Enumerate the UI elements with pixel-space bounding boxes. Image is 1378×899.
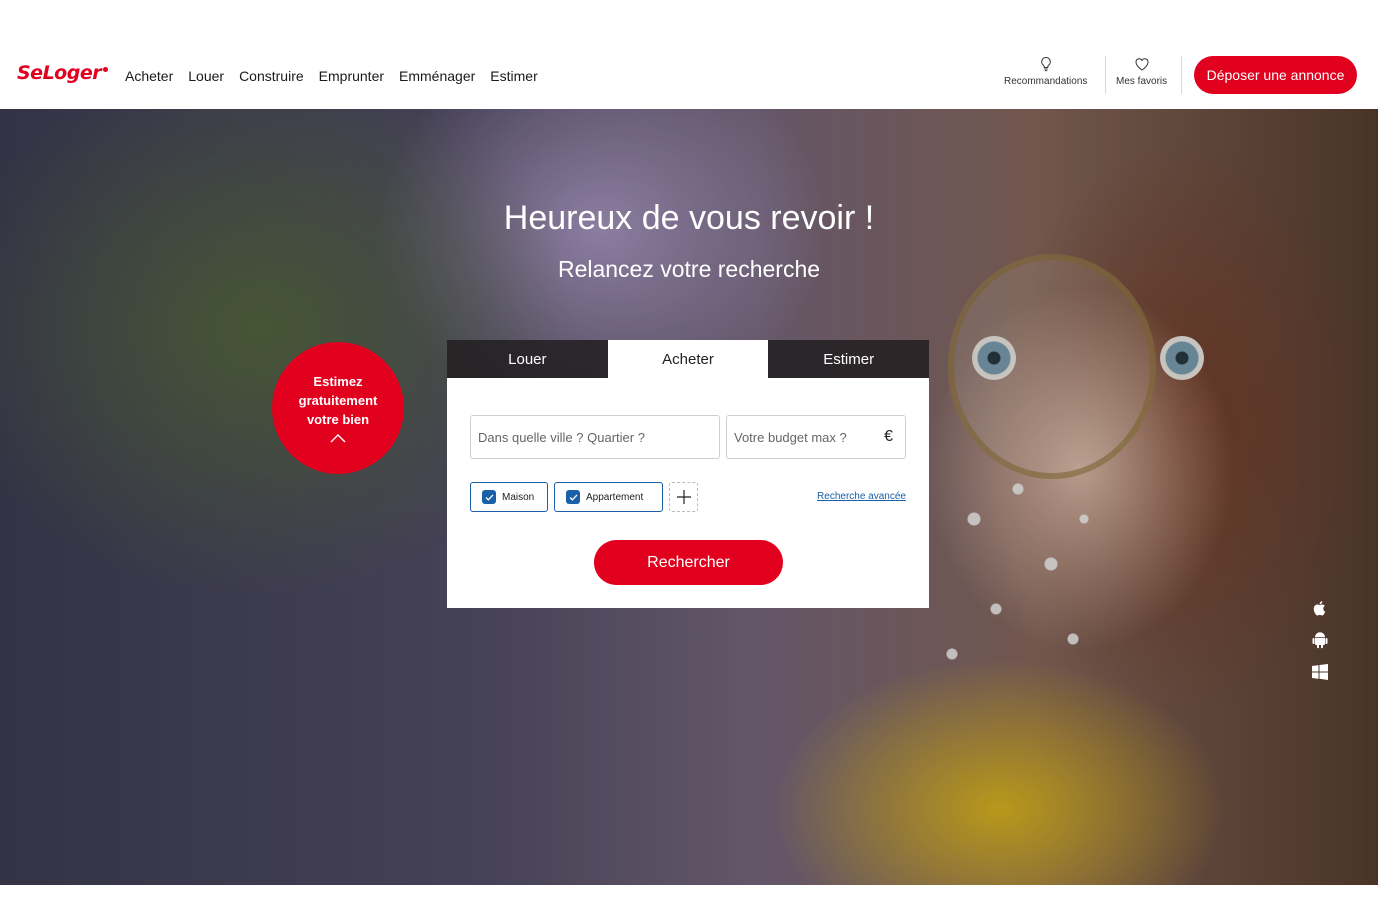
nav-emmenager[interactable]: Emménager (399, 68, 475, 84)
tab-estimer[interactable]: Estimer (768, 340, 930, 378)
main-nav: Acheter Louer Construire Emprunter Emmén… (125, 68, 538, 84)
nav-louer[interactable]: Louer (188, 68, 224, 84)
budget-input[interactable]: Votre budget max ? € (726, 415, 906, 459)
hero-subtitle: Relancez votre recherche (557, 256, 821, 282)
favorites-label: Mes favoris (1116, 76, 1168, 87)
hero-section: Heureux de vous revoir ! Relancez votre … (0, 109, 1378, 885)
site-header: SeLoger Acheter Louer Construire Emprunt… (0, 0, 1378, 109)
city-placeholder: Dans quelle ville ? Quartier ? (478, 429, 645, 445)
chip-appartement-label: Appartement (586, 491, 644, 503)
page: SeLoger Acheter Louer Construire Emprunt… (0, 0, 1378, 899)
checkbox-checked-icon (566, 490, 580, 504)
chevron-up-icon (330, 434, 346, 443)
tab-acheter[interactable]: Acheter (607, 340, 769, 378)
plus-icon (676, 490, 691, 504)
advanced-search-link[interactable]: Recherche avancée (817, 491, 906, 502)
recommendations-label: Recommandations (1004, 76, 1088, 87)
deposit-ad-button[interactable]: Déposer une annonce (1194, 56, 1357, 94)
header-divider (1181, 56, 1182, 94)
nav-emprunter[interactable]: Emprunter (319, 68, 384, 84)
windows-icon[interactable] (1311, 663, 1329, 681)
hero-title: Heureux de vous revoir ! (503, 199, 875, 237)
estimate-badge-label: Estimez gratuitement votre bien (298, 374, 378, 427)
budget-placeholder: Votre budget max ? (734, 429, 847, 445)
app-store-links (1311, 599, 1329, 681)
nav-estimer[interactable]: Estimer (490, 68, 537, 84)
city-input[interactable]: Dans quelle ville ? Quartier ? (470, 415, 720, 459)
lightbulb-icon (1040, 56, 1051, 72)
euro-symbol: € (884, 428, 893, 445)
heart-icon (1135, 58, 1149, 71)
nav-construire[interactable]: Construire (239, 68, 304, 84)
chip-appartement[interactable]: Appartement (554, 482, 663, 512)
add-property-type-button[interactable] (669, 482, 698, 512)
nav-acheter[interactable]: Acheter (125, 68, 173, 84)
header-divider (1105, 56, 1106, 94)
tab-louer[interactable]: Louer (447, 340, 608, 378)
logo-text: SeLoger (17, 62, 102, 84)
logo-dot (103, 67, 109, 72)
apple-icon[interactable] (1311, 599, 1329, 617)
seloger-logo[interactable]: SeLoger (17, 62, 109, 84)
chip-maison[interactable]: Maison (470, 482, 548, 512)
android-icon[interactable] (1311, 631, 1329, 649)
favorites-button[interactable]: Mes favoris (1116, 56, 1167, 87)
chip-maison-label: Maison (502, 491, 535, 503)
estimate-badge[interactable]: Estimez gratuitement votre bien (272, 342, 404, 474)
search-submit-button[interactable]: Rechercher (594, 540, 783, 585)
search-card: Dans quelle ville ? Quartier ? Votre bud… (447, 378, 929, 608)
checkbox-checked-icon (482, 490, 496, 504)
search-tabs: Louer Acheter Estimer (447, 340, 930, 378)
recommendations-button[interactable]: Recommandations (1004, 56, 1087, 87)
